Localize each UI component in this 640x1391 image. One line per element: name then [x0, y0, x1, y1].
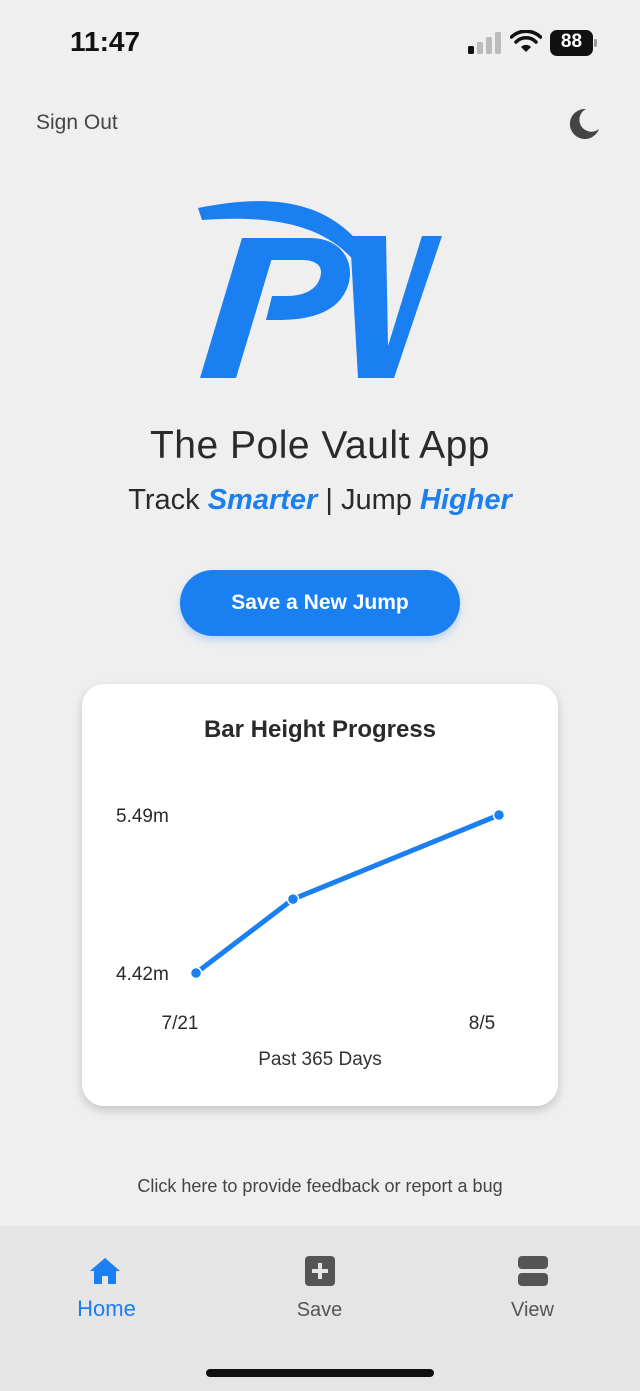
data-point: [286, 892, 300, 906]
home-indicator: [206, 1369, 434, 1377]
tagline-accent-higher: Higher: [419, 484, 512, 516]
home-icon: [90, 1258, 120, 1284]
chart-title: Bar Height Progress: [203, 716, 437, 743]
y-tick-label: 4.42m: [116, 964, 169, 985]
battery-icon: 88: [550, 30, 598, 56]
tab-save[interactable]: Save: [213, 1226, 426, 1336]
chart-caption: Past 365 Days: [258, 1049, 382, 1070]
feedback-link[interactable]: Click here to provide feedback or report…: [0, 1176, 640, 1197]
bar-height-chart: 5.49m 4.42m 7/21 8/5: [116, 806, 506, 1034]
data-point: [189, 966, 203, 980]
tab-home[interactable]: Home: [0, 1226, 213, 1336]
cellular-signal-icon: [468, 32, 501, 54]
status-time: 11:47: [70, 26, 141, 57]
plus-square-icon: [305, 1256, 335, 1286]
bar-height-progress-card[interactable]: 5.49m 4.42m 7/21 8/5 Bar Height Progress Pa…: [82, 684, 558, 1106]
tagline-separator: | Jump: [317, 484, 420, 516]
tab-view-label: View: [511, 1299, 554, 1321]
battery-level: 88: [560, 31, 583, 52]
tagline-part-track: Track: [128, 484, 208, 516]
sign-out-button[interactable]: Sign Out: [36, 111, 118, 135]
home-screen: 11:47 88 Sign Out The Pole Vault App Tra…: [0, 0, 640, 1391]
stacked-rows-icon: [518, 1256, 548, 1286]
series-line: [194, 812, 500, 975]
tab-home-label: Home: [77, 1296, 136, 1321]
y-tick-label: 5.49m: [116, 806, 169, 827]
tab-view[interactable]: View: [426, 1226, 639, 1336]
app-title: The Pole Vault App: [149, 424, 490, 467]
x-tick-label: 8/5: [469, 1013, 495, 1034]
moon-icon[interactable]: [566, 106, 602, 142]
status-bar: 11:47 88: [0, 0, 640, 90]
data-point: [492, 808, 506, 822]
x-tick-label: 7/21: [162, 1013, 199, 1034]
pv-logo: [198, 201, 442, 378]
tab-bar: Home Save View: [0, 1226, 640, 1391]
tagline: Track Smarter | Jump Higher: [0, 484, 640, 517]
wifi-icon: [510, 30, 542, 52]
tab-save-label: Save: [296, 1299, 343, 1321]
tagline-accent-smarter: Smarter: [207, 484, 318, 516]
save-new-jump-button[interactable]: Save a New Jump: [180, 570, 460, 636]
